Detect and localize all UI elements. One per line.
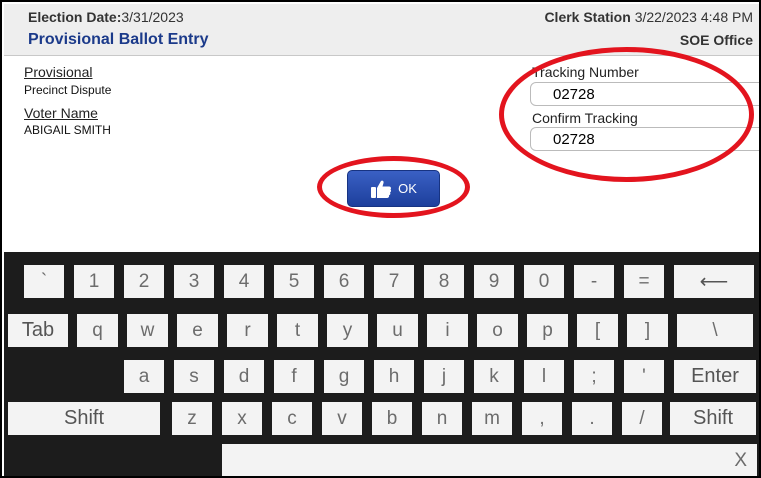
header-bar: Election Date:3/31/2023 Provisional Ball… xyxy=(4,4,759,56)
key-e[interactable]: e xyxy=(177,314,218,347)
key-p[interactable]: p xyxy=(527,314,568,347)
office-name: SOE Office xyxy=(679,32,753,48)
key-z[interactable]: z xyxy=(172,402,212,435)
tracking-number-input[interactable]: 02728 xyxy=(530,82,759,106)
page-title: Provisional Ballot Entry xyxy=(28,31,209,48)
tab-key[interactable]: Tab xyxy=(8,314,68,347)
election-date: Election Date:3/31/2023 xyxy=(28,9,184,25)
key-r[interactable]: r xyxy=(227,314,268,347)
key-n[interactable]: n xyxy=(422,402,462,435)
key-3[interactable]: 3 xyxy=(174,265,214,298)
key-d[interactable]: d xyxy=(224,360,264,393)
key-b[interactable]: b xyxy=(372,402,412,435)
key-9[interactable]: 9 xyxy=(474,265,514,298)
backspace-key[interactable]: ⟵ xyxy=(674,265,754,298)
key-period[interactable]: . xyxy=(572,402,612,435)
key-8[interactable]: 8 xyxy=(424,265,464,298)
key-o[interactable]: o xyxy=(477,314,518,347)
confirm-tracking-label: Confirm Tracking xyxy=(532,110,638,126)
ok-label: OK xyxy=(398,181,417,196)
key-backslash[interactable]: \ xyxy=(677,314,753,347)
key-i[interactable]: i xyxy=(427,314,468,347)
key-c[interactable]: c xyxy=(272,402,312,435)
key-k[interactable]: k xyxy=(474,360,514,393)
key-1[interactable]: 1 xyxy=(74,265,114,298)
onscreen-keyboard: ` 1 2 3 4 5 6 7 8 9 0 - = ⟵ Tab q w e r … xyxy=(4,252,759,476)
key-semicolon[interactable]: ; xyxy=(574,360,614,393)
provisional-label: Provisional xyxy=(24,64,93,80)
voter-name-label: Voter Name xyxy=(24,105,98,121)
key-a[interactable]: a xyxy=(124,360,164,393)
key-s[interactable]: s xyxy=(174,360,214,393)
key-v[interactable]: v xyxy=(322,402,362,435)
shift-left-key[interactable]: Shift xyxy=(8,402,160,435)
key-q[interactable]: q xyxy=(77,314,118,347)
key-slash[interactable]: / xyxy=(622,402,662,435)
shift-right-key[interactable]: Shift xyxy=(670,402,756,435)
key-x[interactable]: x xyxy=(222,402,262,435)
key-equals[interactable]: = xyxy=(624,265,664,298)
key-g[interactable]: g xyxy=(324,360,364,393)
key-u[interactable]: u xyxy=(377,314,418,347)
key-l[interactable]: l xyxy=(524,360,564,393)
key-apostrophe[interactable]: ' xyxy=(624,360,664,393)
thumbs-up-icon xyxy=(370,179,392,199)
key-t[interactable]: t xyxy=(277,314,318,347)
spacebar[interactable]: X xyxy=(222,444,757,476)
key-j[interactable]: j xyxy=(424,360,464,393)
key-7[interactable]: 7 xyxy=(374,265,414,298)
key-backtick[interactable]: ` xyxy=(24,265,64,298)
key-y[interactable]: y xyxy=(327,314,368,347)
close-keyboard-icon[interactable]: X xyxy=(734,450,747,472)
key-6[interactable]: 6 xyxy=(324,265,364,298)
key-2[interactable]: 2 xyxy=(124,265,164,298)
key-open-bracket[interactable]: [ xyxy=(577,314,618,347)
key-comma[interactable]: , xyxy=(522,402,562,435)
key-0[interactable]: 0 xyxy=(524,265,564,298)
key-h[interactable]: h xyxy=(374,360,414,393)
app-window: Election Date:3/31/2023 Provisional Ball… xyxy=(0,0,761,478)
ok-button[interactable]: OK xyxy=(347,170,440,207)
clerk-station: Clerk Station 3/22/2023 4:48 PM xyxy=(544,9,753,25)
enter-key[interactable]: Enter xyxy=(674,360,756,393)
provisional-value: Precinct Dispute xyxy=(24,83,112,97)
key-close-bracket[interactable]: ] xyxy=(627,314,668,347)
key-5[interactable]: 5 xyxy=(274,265,314,298)
tracking-number-label: Tracking Number xyxy=(532,64,639,80)
confirm-tracking-input[interactable]: 02728 xyxy=(530,127,759,151)
key-4[interactable]: 4 xyxy=(224,265,264,298)
key-m[interactable]: m xyxy=(472,402,512,435)
key-f[interactable]: f xyxy=(274,360,314,393)
voter-name-value: ABIGAIL SMITH xyxy=(24,123,111,137)
key-w[interactable]: w xyxy=(127,314,168,347)
key-minus[interactable]: - xyxy=(574,265,614,298)
